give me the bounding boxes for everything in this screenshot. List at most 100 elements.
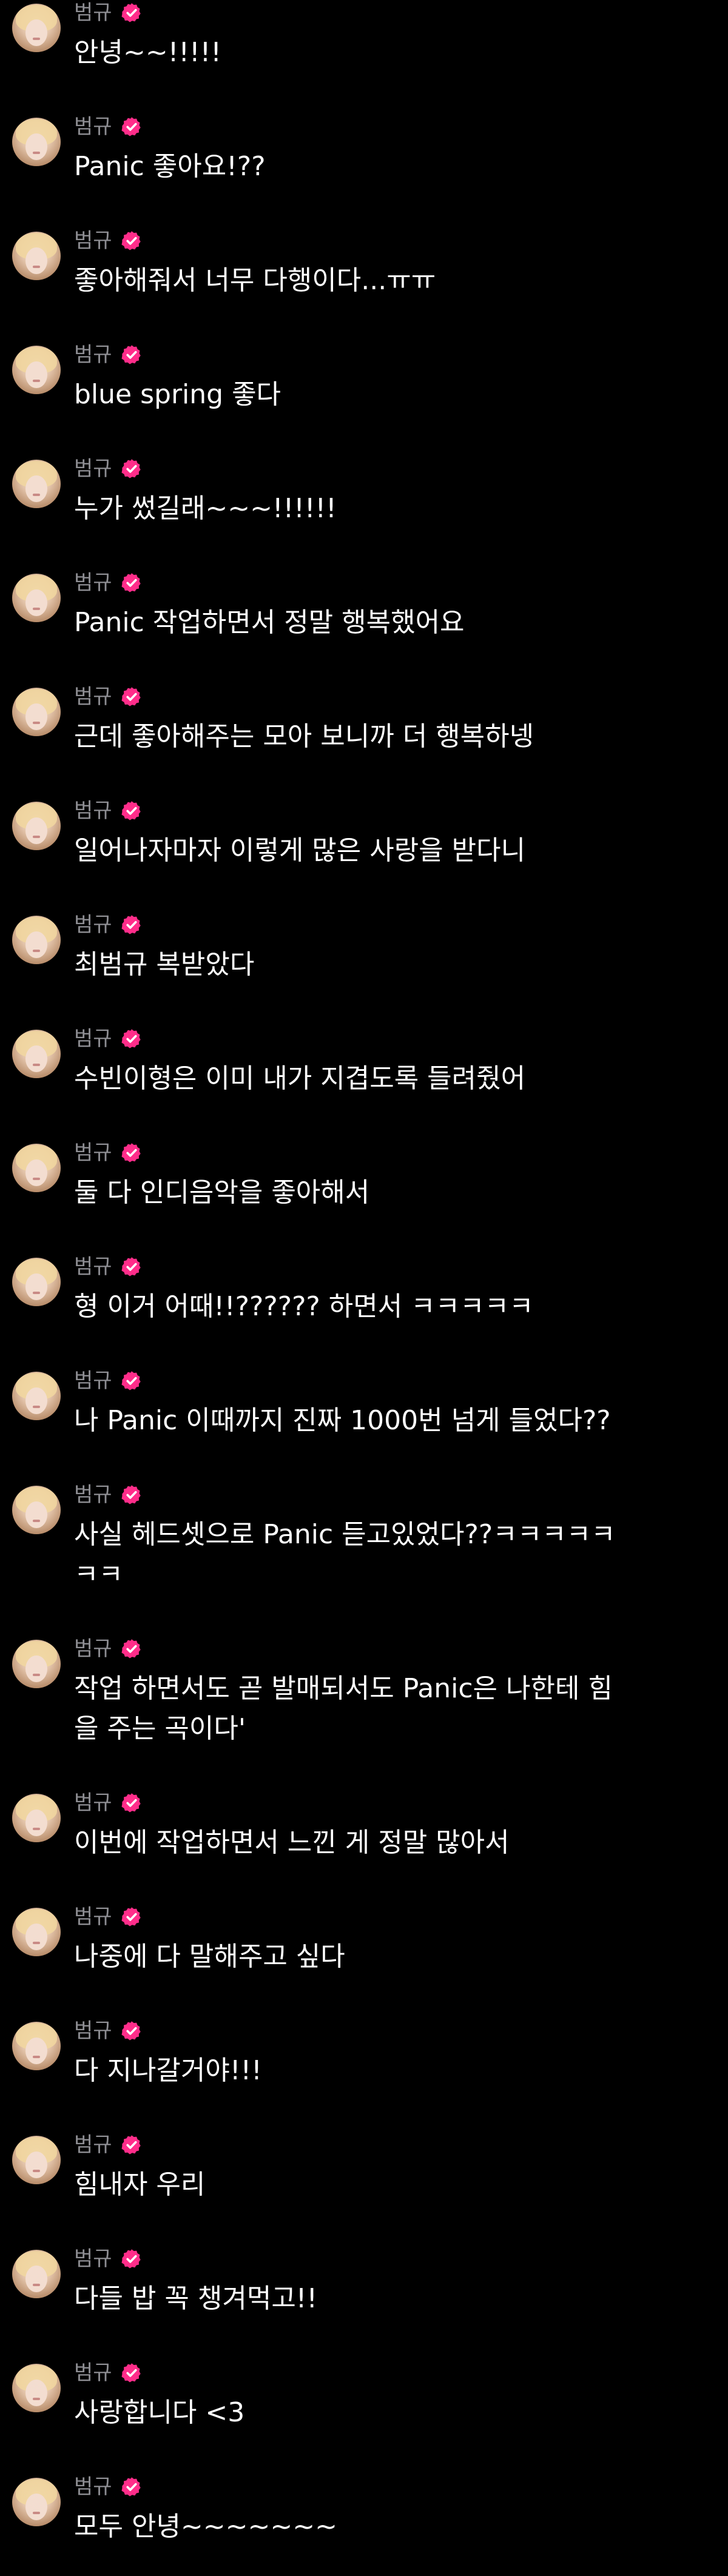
sender-header: 범규 (74, 115, 143, 138)
sender-header: 범규 (74, 1, 143, 24)
avatar[interactable] (12, 574, 61, 622)
sender-header: 범규 (74, 1255, 143, 1278)
sender-name: 범규 (74, 571, 112, 595)
message-text: 형 이거 어때!!?????? 하면서 ㅋㅋㅋㅋㅋ (74, 1291, 534, 1322)
message-text: 다 지나갈거야!!! (74, 2055, 262, 2086)
sender-header: 범규 (74, 229, 143, 252)
message-text: 일어나자마자 이렇게 많은 사랑을 받다니 (74, 835, 526, 866)
verified-badge-icon (121, 1371, 141, 1390)
sender-header: 범규 (74, 343, 143, 366)
avatar[interactable] (12, 688, 61, 736)
avatar[interactable] (12, 916, 61, 964)
message-text: 다들 밥 꼭 챙겨먹고!! (74, 2283, 318, 2314)
avatar[interactable] (12, 2364, 61, 2412)
sender-name: 범규 (74, 1027, 112, 1051)
sender-header: 범규 (74, 2475, 143, 2498)
verified-badge-icon (121, 459, 141, 478)
verified-badge-icon (121, 1257, 141, 1276)
avatar[interactable] (12, 2250, 61, 2298)
sender-name: 범규 (74, 343, 112, 367)
sender-header: 범규 (74, 1027, 143, 1050)
avatar[interactable] (12, 1794, 61, 1842)
sender-header: 범규 (74, 1483, 143, 1506)
message-text: Panic 작업하면서 정말 행복했어요 (74, 607, 465, 638)
sender-name: 범규 (74, 799, 112, 823)
sender-name: 범규 (74, 1791, 112, 1815)
verified-badge-icon (121, 1143, 141, 1162)
avatar[interactable] (12, 4, 61, 52)
verified-badge-icon (121, 345, 141, 364)
sender-name: 범규 (74, 1483, 112, 1507)
sender-header: 범규 (74, 571, 143, 594)
avatar[interactable] (12, 1640, 61, 1688)
avatar[interactable] (12, 346, 61, 394)
verified-badge-icon (121, 1029, 141, 1048)
avatar[interactable] (12, 460, 61, 508)
message-text: Panic 좋아요!?? (74, 151, 266, 182)
verified-badge-icon (121, 2021, 141, 2041)
sender-header: 범규 (74, 799, 143, 822)
sender-header: 범규 (74, 2019, 143, 2042)
avatar[interactable] (12, 2022, 61, 2070)
message-text: blue spring 좋다 (74, 379, 281, 410)
message-text: 수빈이형은 이미 내가 지겹도록 들려줬어 (74, 1063, 526, 1094)
verified-badge-icon (121, 801, 141, 820)
avatar[interactable] (12, 1486, 61, 1534)
sender-header: 범규 (74, 457, 143, 480)
sender-name: 범규 (74, 2361, 112, 2385)
avatar[interactable] (12, 1908, 61, 1956)
verified-badge-icon (121, 2135, 141, 2155)
sender-header: 범규 (74, 1637, 143, 1660)
avatar[interactable] (12, 1258, 61, 1306)
sender-name: 범규 (74, 2475, 112, 2499)
verified-badge-icon (121, 573, 141, 592)
verified-badge-icon (121, 687, 141, 706)
verified-badge-icon (121, 1485, 141, 1504)
message-text: 작업 하면서도 곧 발매되서도 Panic은 나한테 힘 을 주는 곡이다' (74, 1673, 613, 1744)
message-text: 사실 헤드셋으로 Panic 듣고있었다??ㅋㅋㅋㅋㅋ ㅋㅋ (74, 1519, 616, 1590)
verified-badge-icon (121, 1793, 141, 1813)
verified-badge-icon (121, 2477, 141, 2497)
avatar[interactable] (12, 802, 61, 850)
sender-header: 범규 (74, 1905, 143, 1928)
sender-header: 범규 (74, 913, 143, 936)
sender-header: 범규 (74, 1141, 143, 1164)
sender-name: 범규 (74, 2019, 112, 2043)
sender-header: 범규 (74, 2247, 143, 2270)
verified-badge-icon (121, 231, 141, 250)
message-text: 둘 다 인디음악을 좋아해서 (74, 1177, 370, 1208)
sender-name: 범규 (74, 1369, 112, 1393)
message-text: 최범규 복받았다 (74, 949, 255, 980)
message-text: 안녕~~!!!!! (74, 37, 221, 68)
message-text: 사랑합니다 <3 (74, 2397, 245, 2428)
message-text: 힘내자 우리 (74, 2169, 206, 2200)
verified-badge-icon (121, 117, 141, 136)
message-text: 모두 안녕~~~~~~~ (74, 2511, 337, 2542)
sender-name: 범규 (74, 1255, 112, 1279)
sender-header: 범규 (74, 1791, 143, 1814)
avatar[interactable] (12, 1030, 61, 1078)
avatar[interactable] (12, 2136, 61, 2184)
message-text: 나 Panic 이때까지 진짜 1000번 넘게 들었다?? (74, 1405, 611, 1436)
sender-name: 범규 (74, 1905, 112, 1929)
sender-header: 범규 (74, 1369, 143, 1392)
sender-name: 범규 (74, 2133, 112, 2157)
avatar[interactable] (12, 2478, 61, 2526)
verified-badge-icon (121, 915, 141, 934)
sender-name: 범규 (74, 1637, 112, 1661)
sender-header: 범규 (74, 2361, 143, 2384)
avatar[interactable] (12, 1372, 61, 1420)
sender-name: 범규 (74, 229, 112, 253)
sender-name: 범규 (74, 115, 112, 139)
avatar[interactable] (12, 1144, 61, 1192)
message-text: 좋아해줘서 너무 다행이다...ㅠㅠ (74, 265, 436, 296)
message-text: 이번에 작업하면서 느낀 게 정말 많아서 (74, 1827, 510, 1858)
avatar[interactable] (12, 232, 61, 280)
message-text: 누가 썼길래~~~!!!!!! (74, 493, 337, 524)
sender-name: 범규 (74, 457, 112, 481)
verified-badge-icon (121, 2249, 141, 2269)
avatar[interactable] (12, 118, 61, 166)
message-text: 근데 좋아해주는 모아 보니까 더 행복하넹 (74, 721, 534, 752)
message-text: 나중에 다 말해주고 싶다 (74, 1941, 345, 1972)
verified-badge-icon (121, 1639, 141, 1659)
